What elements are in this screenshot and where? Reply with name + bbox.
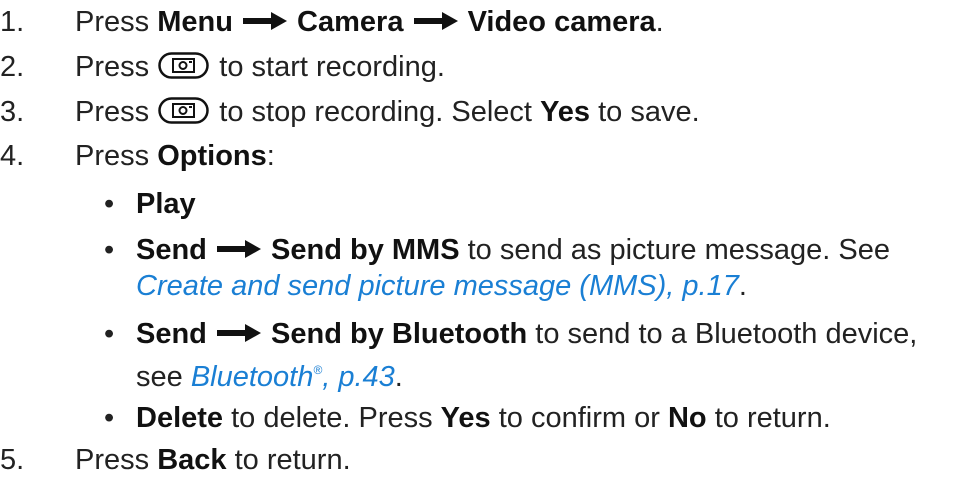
- camera-key-icon: [158, 97, 209, 124]
- bullet: •: [104, 402, 115, 434]
- step-text: to start recording.: [219, 51, 445, 83]
- press-text: Press: [75, 51, 150, 83]
- no-label: No: [667, 402, 707, 434]
- press-text: Press: [75, 96, 150, 128]
- arrow-icon: [216, 240, 261, 259]
- send-label: Send: [136, 234, 207, 266]
- play-label: Play: [136, 188, 196, 220]
- bluetooth-page-link[interactable]: Bluetooth®, p.43: [191, 361, 395, 393]
- camera-key-icon: [158, 52, 209, 79]
- bullet: •: [104, 188, 115, 220]
- step-number: 2.: [0, 51, 25, 83]
- bullet: •: [104, 234, 115, 266]
- arrow-icon: [413, 12, 458, 31]
- back-label: Back: [157, 444, 227, 476]
- arrow-icon: [216, 324, 261, 343]
- press-text: Press: [75, 6, 150, 38]
- bullet: •: [104, 318, 115, 350]
- instructions: 1. Press Menu Camera Video camera. 2. Pr…: [0, 6, 918, 476]
- send-by-mms-label: Send by MMS: [271, 234, 460, 266]
- yes-label: Yes: [540, 96, 591, 128]
- delete-label: Delete: [136, 402, 224, 434]
- yes-label: Yes: [440, 402, 491, 434]
- camera-label: Camera: [297, 6, 404, 38]
- menu-label: Menu: [157, 6, 233, 38]
- step-text: to stop recording. Select: [219, 96, 532, 128]
- arrow-icon: [242, 12, 287, 31]
- send-by-bluetooth-label: Send by Bluetooth: [271, 318, 528, 350]
- step-number: 4.: [0, 140, 25, 172]
- options-label: Options: [157, 140, 267, 172]
- press-text: Press: [75, 444, 150, 476]
- step-number: 1.: [0, 6, 25, 38]
- step-number: 3.: [0, 96, 25, 128]
- press-text: Press: [75, 140, 150, 172]
- mms-page-link[interactable]: Create and send picture message (MMS), p…: [136, 270, 739, 302]
- send-label: Send: [136, 318, 207, 350]
- video-camera-label: Video camera: [467, 6, 656, 38]
